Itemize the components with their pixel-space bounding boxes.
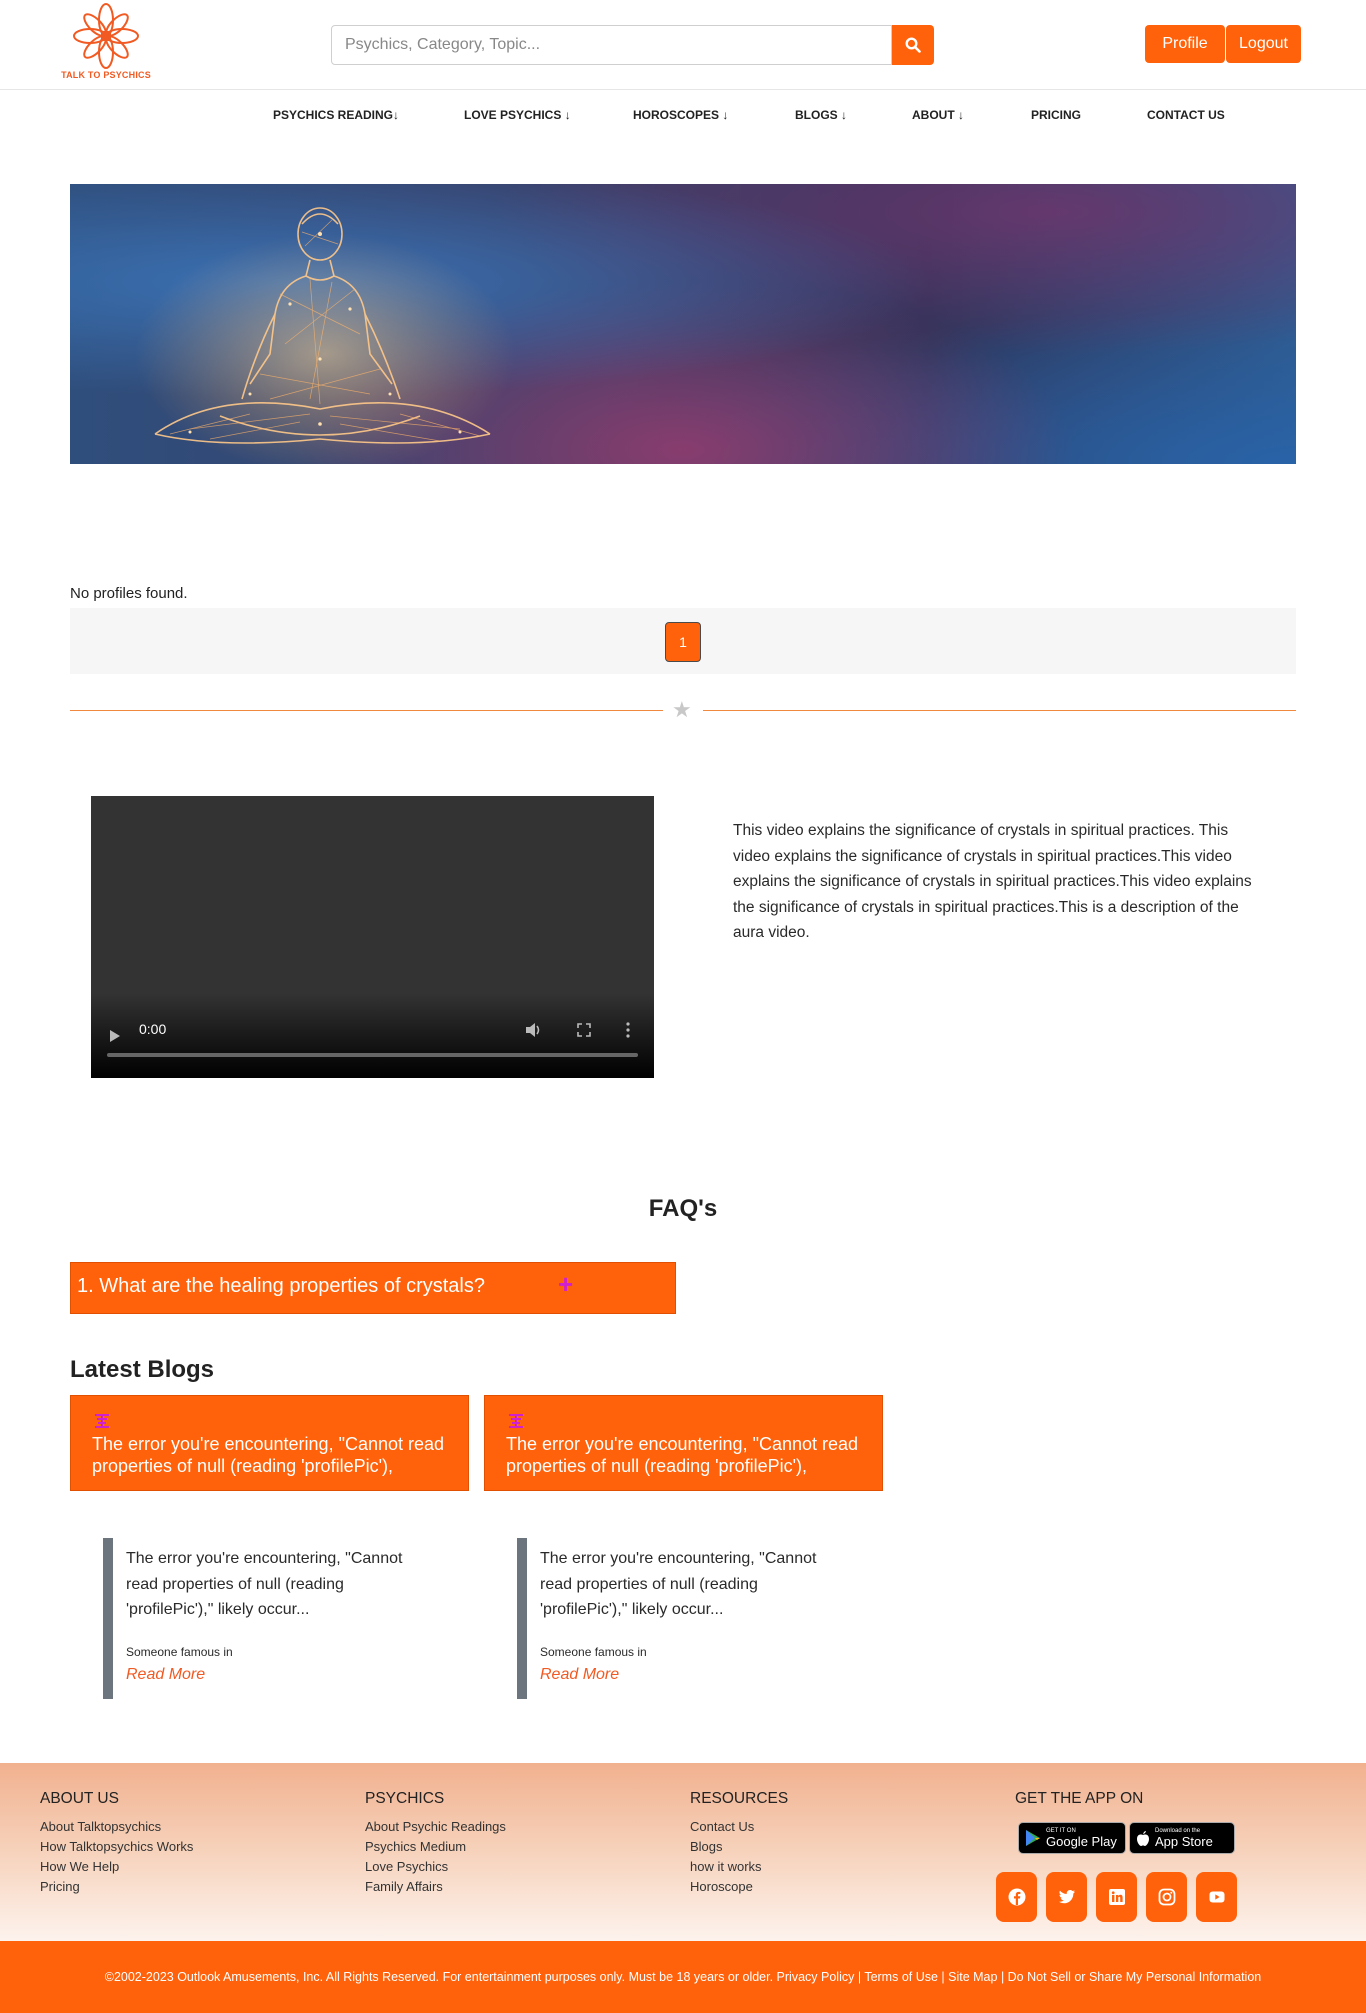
nav-contact-us[interactable]: CONTACT US xyxy=(1147,108,1225,122)
blog-card-header[interactable]: The error you're encountering, "Cannot r… xyxy=(70,1395,469,1491)
nav-love-psychics[interactable]: LOVE PSYCHICS ↓ xyxy=(464,108,571,122)
footer-link[interactable]: How We Help xyxy=(40,1857,193,1877)
broken-image-icon xyxy=(509,1414,523,1428)
blog-card-header[interactable]: The error you're encountering, "Cannot r… xyxy=(484,1395,883,1491)
footer-heading: RESOURCES xyxy=(690,1790,789,1807)
star-icon: ★ xyxy=(672,698,692,723)
latest-blogs-heading: Latest Blogs xyxy=(70,1356,215,1383)
blog-card-body: The error you're encountering, "Cannot r… xyxy=(103,1538,423,1699)
google-play-badge[interactable]: GET IT ON Google Play xyxy=(1018,1822,1126,1854)
hero-banner xyxy=(70,184,1296,464)
instagram-link[interactable] xyxy=(1146,1872,1187,1922)
footer-heading: PSYCHICS xyxy=(365,1790,445,1807)
youtube-icon xyxy=(1209,1891,1224,1903)
blog-title: The error you're encountering, "Cannot r… xyxy=(506,1434,859,1476)
volume-icon[interactable] xyxy=(525,1022,543,1038)
linkedin-link[interactable] xyxy=(1096,1872,1137,1922)
broken-image-icon xyxy=(95,1414,109,1428)
site-logo[interactable]: TALK TO PSYCHICS xyxy=(56,0,156,84)
blog-card-body: The error you're encountering, "Cannot r… xyxy=(517,1538,837,1699)
google-play-big-text: Google Play xyxy=(1046,1833,1117,1849)
video-player[interactable]: 0:00 xyxy=(91,796,654,1078)
divider-line-left xyxy=(70,710,663,711)
faq-item[interactable]: 1. What are the healing properties of cr… xyxy=(70,1262,676,1314)
footer-link[interactable]: About Psychic Readings xyxy=(365,1817,506,1837)
site-footer: ABOUT US About Talktopsychics How Talkto… xyxy=(0,1763,1366,1941)
footer-link[interactable]: How Talktopsychics Works xyxy=(40,1837,193,1857)
footer-link[interactable]: how it works xyxy=(690,1857,788,1877)
footer-heading: ABOUT US xyxy=(40,1790,119,1807)
footer-resources-column: RESOURCES Contact Us Blogs how it works … xyxy=(690,1790,788,1897)
main-nav: PSYCHICS READING↓ LOVE PSYCHICS ↓ HOROSC… xyxy=(0,90,1366,142)
play-icon[interactable] xyxy=(109,1029,121,1043)
apple-icon xyxy=(1137,1830,1149,1846)
footer-about-column: ABOUT US About Talktopsychics How Talkto… xyxy=(40,1790,193,1897)
nav-blogs[interactable]: BLOGS ↓ xyxy=(795,108,847,122)
footer-link[interactable]: Psychics Medium xyxy=(365,1837,506,1857)
top-header: TALK TO PSYCHICS Profile Logout xyxy=(0,0,1366,90)
footer-link[interactable]: Love Psychics xyxy=(365,1857,506,1877)
logo-text: TALK TO PSYCHICS xyxy=(61,70,151,80)
video-time: 0:00 xyxy=(139,1021,167,1037)
footer-link[interactable]: Family Affairs xyxy=(365,1877,506,1897)
search-input[interactable] xyxy=(331,25,892,65)
search-bar xyxy=(331,25,934,65)
blog-author: Someone famous in xyxy=(540,1645,647,1659)
footer-link[interactable]: Blogs xyxy=(690,1837,788,1857)
nav-psychics-reading[interactable]: PSYCHICS READING↓ xyxy=(273,108,399,122)
footer-link[interactable]: Horoscope xyxy=(690,1877,788,1897)
page-button-1[interactable]: 1 xyxy=(665,622,701,662)
read-more-link[interactable]: Read More xyxy=(126,1666,205,1684)
pagination: 1 xyxy=(70,608,1296,674)
nav-pricing[interactable]: PRICING xyxy=(1031,108,1081,122)
faq-question: 1. What are the healing properties of cr… xyxy=(77,1275,485,1297)
no-profiles-message: No profiles found. xyxy=(70,585,188,602)
footer-app-column: GET THE APP ON xyxy=(1015,1790,1143,1817)
video-progress-bar[interactable] xyxy=(107,1053,638,1057)
twitter-icon xyxy=(1058,1890,1075,1904)
nav-horoscopes[interactable]: HOROSCOPES ↓ xyxy=(633,108,728,122)
facebook-link[interactable] xyxy=(996,1872,1037,1922)
copyright-bar: ©2002-2023 Outlook Amusements, Inc. All … xyxy=(0,1941,1366,2013)
footer-link[interactable]: Pricing xyxy=(40,1877,193,1897)
profile-button[interactable]: Profile xyxy=(1145,25,1225,63)
read-more-link[interactable]: Read More xyxy=(540,1666,619,1684)
footer-link[interactable]: About Talktopsychics xyxy=(40,1817,193,1837)
linkedin-icon xyxy=(1108,1889,1125,1905)
footer-link[interactable]: Contact Us xyxy=(690,1817,788,1837)
search-button[interactable] xyxy=(892,25,934,65)
facebook-icon xyxy=(1008,1888,1025,1906)
fullscreen-icon[interactable] xyxy=(577,1023,591,1037)
instagram-icon xyxy=(1158,1888,1175,1906)
nav-about[interactable]: ABOUT ↓ xyxy=(912,108,964,122)
app-store-badge[interactable]: Download on the App Store xyxy=(1129,1822,1235,1854)
app-store-big-text: App Store xyxy=(1155,1833,1213,1849)
blog-title: The error you're encountering, "Cannot r… xyxy=(92,1434,445,1476)
plus-icon[interactable]: + xyxy=(558,1269,573,1300)
blog-excerpt: The error you're encountering, "Cannot r… xyxy=(126,1550,403,1619)
blog-author: Someone famous in xyxy=(126,1645,233,1659)
divider-line-right xyxy=(703,710,1296,711)
youtube-link[interactable] xyxy=(1196,1872,1237,1922)
meditating-figure-image xyxy=(135,207,515,464)
search-icon xyxy=(905,37,921,53)
more-options-icon[interactable] xyxy=(626,1022,630,1038)
video-description: This video explains the significance of … xyxy=(733,822,1252,942)
lotus-logo-icon xyxy=(73,3,139,69)
footer-psychics-column: PSYCHICS About Psychic Readings Psychics… xyxy=(365,1790,506,1897)
twitter-link[interactable] xyxy=(1046,1872,1087,1922)
faq-heading: FAQ's xyxy=(648,1195,718,1222)
google-play-icon xyxy=(1026,1830,1040,1846)
logout-button[interactable]: Logout xyxy=(1226,25,1301,63)
footer-heading: GET THE APP ON xyxy=(1015,1790,1144,1807)
blog-excerpt: The error you're encountering, "Cannot r… xyxy=(540,1550,817,1619)
